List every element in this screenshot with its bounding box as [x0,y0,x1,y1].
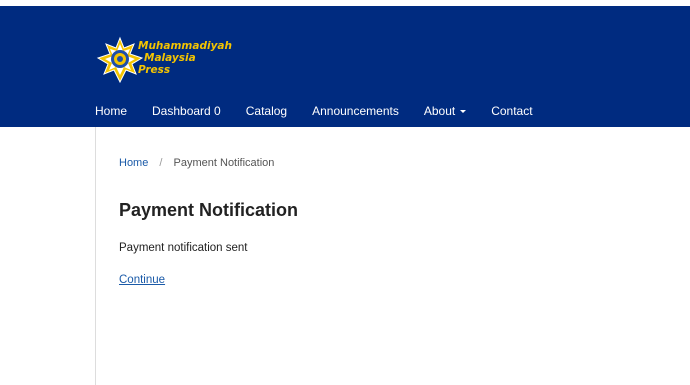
nav-item-about[interactable]: About [423,104,467,118]
breadcrumb: Home / Payment Notification [119,157,274,169]
chevron-down-icon [460,110,467,113]
nav-item-catalog[interactable]: Catalog [246,104,287,118]
nav-item-announcements[interactable]: Announcements [312,104,399,118]
logo-line-1: Muhammadiyah [138,40,232,52]
continue-link[interactable]: Continue [119,274,165,286]
main-nav: Home Dashboard 0 Catalog Announcements A… [95,103,558,119]
logo-emblem-icon [96,36,144,84]
breadcrumb-separator: / [159,157,163,169]
nav-item-home[interactable]: Home [95,104,127,118]
nav-item-dashboard[interactable]: Dashboard 0 [152,104,221,118]
site-header: Muhammadiyah Malaysia Press Home Dashboa… [0,6,690,127]
page-title: Payment Notification [119,200,299,220]
status-message: Payment notification sent [119,242,248,254]
breadcrumb-home-link[interactable]: Home [119,157,148,169]
logo-text: Muhammadiyah Malaysia Press [138,40,232,76]
site-logo[interactable]: Muhammadiyah Malaysia Press [96,36,236,88]
content-left-border [95,127,96,385]
logo-line-3: Press [138,64,171,76]
breadcrumb-current: Payment Notification [173,157,275,169]
nav-item-contact[interactable]: Contact [491,104,532,118]
logo-line-2: Malaysia [144,52,196,64]
nav-item-about-label: About [423,104,456,118]
